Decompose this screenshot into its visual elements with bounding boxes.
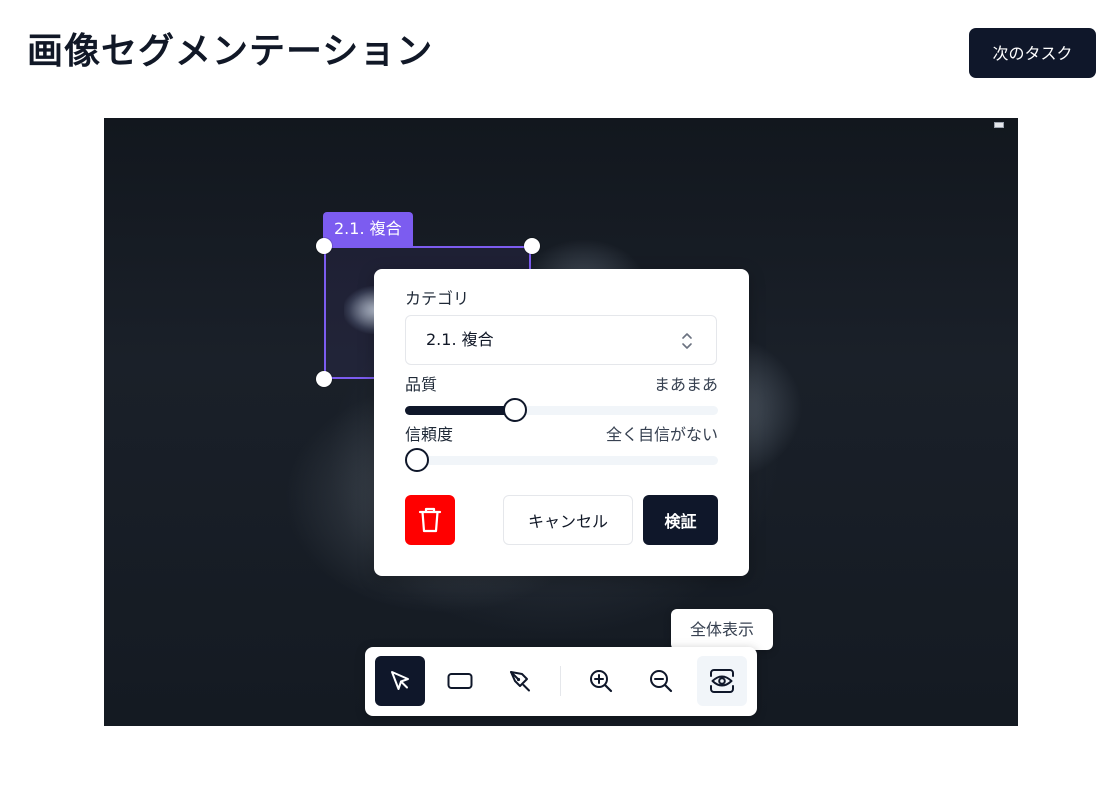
chevron-up-down-icon (682, 333, 692, 349)
select-tool-button[interactable] (375, 656, 425, 706)
quality-label: 品質 (405, 375, 438, 394)
delete-annotation-button[interactable] (405, 495, 455, 545)
pen-tool-icon (510, 671, 530, 692)
confidence-value: 全く自信がない (605, 425, 718, 444)
rectangle-icon (447, 673, 473, 689)
confidence-label: 信頼度 (405, 425, 454, 444)
fit-view-tooltip: 全体表示 (671, 609, 773, 650)
fit-view-button[interactable] (697, 656, 747, 706)
cancel-button[interactable]: キャンセル (503, 495, 633, 545)
page-title: 画像セグメンテーション (27, 31, 434, 72)
annotation-label[interactable]: 2.1. 複合 (323, 212, 413, 246)
quality-slider[interactable] (405, 398, 718, 422)
category-select-value: 2.1. 複合 (426, 330, 494, 349)
canvas-corner-marker (994, 122, 1004, 128)
zoom-in-icon (590, 670, 613, 693)
bbox-handle-bottom-left[interactable] (316, 371, 332, 387)
quality-slider-fill (405, 406, 515, 415)
annotation-toolbar (365, 647, 757, 716)
zoom-out-icon (650, 670, 673, 693)
cursor-arrow-icon (391, 671, 409, 690)
eye-frame-icon (710, 669, 734, 693)
rectangle-tool-button[interactable] (435, 656, 485, 706)
quality-value: まあまあ (653, 375, 718, 394)
bbox-handle-top-left[interactable] (316, 238, 332, 254)
next-task-button[interactable]: 次のタスク (969, 28, 1096, 78)
toolbar-divider (560, 666, 561, 696)
trash-icon (418, 507, 442, 533)
confidence-slider-thumb[interactable] (405, 448, 429, 472)
pen-tool-button[interactable] (495, 656, 545, 706)
zoom-out-button[interactable] (636, 656, 686, 706)
verify-button[interactable]: 検証 (643, 495, 718, 545)
annotation-edit-popover: カテゴリ 2.1. 複合 品質 まあまあ 信頼度 全く自信がない キャンセル 検… (374, 269, 749, 576)
bbox-handle-top-right[interactable] (524, 238, 540, 254)
quality-slider-thumb[interactable] (502, 398, 527, 422)
category-select[interactable]: 2.1. 複合 (405, 315, 717, 365)
category-label: カテゴリ (405, 289, 470, 308)
confidence-slider[interactable] (405, 448, 718, 472)
zoom-in-button[interactable] (576, 656, 626, 706)
